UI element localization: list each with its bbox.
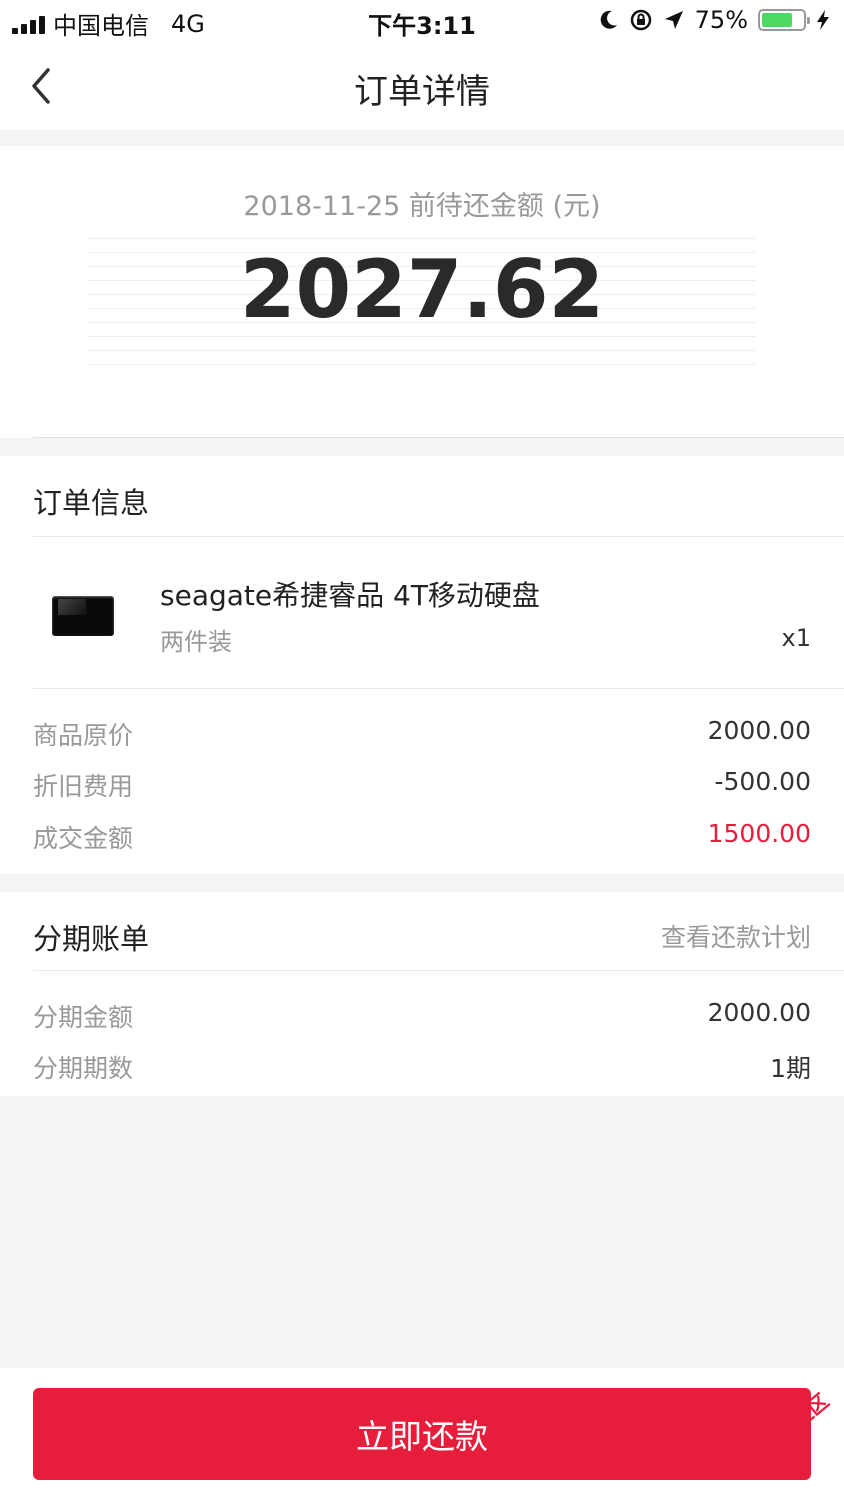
row-value: 2000.00 xyxy=(707,716,811,745)
divider xyxy=(33,688,844,689)
product-name[interactable]: seagate希捷睿品 4T移动硬盘 xyxy=(160,574,540,614)
divider xyxy=(33,970,844,971)
battery-icon xyxy=(758,9,810,31)
status-bar: 中国电信 4G 下午3:11 75% xyxy=(0,0,844,44)
bottom-action-bar: 立即还款 xyxy=(0,1368,844,1500)
product-spec: 两件装 xyxy=(160,628,232,656)
battery-percent: 75% xyxy=(694,6,748,34)
installment-title: 分期账单 xyxy=(33,922,150,956)
pay-now-button[interactable]: 立即还款 xyxy=(33,1388,811,1480)
moon-icon xyxy=(600,10,617,29)
installment-row-amount: 分期金额 2000.00 xyxy=(33,998,811,1034)
amount-due: 2027.62 xyxy=(239,243,605,336)
product-quantity: x1 xyxy=(781,624,811,652)
row-label: 分期金额 xyxy=(33,1003,134,1032)
installment-card: 分期账单 查看还款计划 分期金额 2000.00 分期期数 1期 xyxy=(0,892,844,1096)
divider xyxy=(33,536,844,537)
charging-bolt-icon xyxy=(817,10,829,30)
installment-row-periods: 分期期数 1期 xyxy=(33,1049,811,1085)
order-info-card: 订单信息 seagate希捷睿品 4T移动硬盘 两件装 x1 商品原价 2000… xyxy=(0,456,844,874)
row-value: -500.00 xyxy=(714,767,812,796)
price-row-original: 商品原价 2000.00 xyxy=(33,716,811,752)
repayment-summary-card: 2018-11-25 前待还金额 (元) 2027.62 xyxy=(0,146,844,438)
divider xyxy=(33,437,844,438)
price-row-final: 成交金额 1500.00 xyxy=(33,819,811,855)
order-info-title: 订单信息 xyxy=(33,486,150,520)
row-value: 1期 xyxy=(770,1054,811,1083)
row-value: 2000.00 xyxy=(707,998,811,1027)
page-title: 订单详情 xyxy=(354,72,490,112)
status-right: 75% xyxy=(599,6,830,34)
rotation-lock-icon xyxy=(630,9,651,31)
row-label: 分期期数 xyxy=(33,1054,134,1083)
battery-fill xyxy=(762,13,792,27)
price-row-depreciation: 折旧费用 -500.00 xyxy=(33,767,811,803)
view-repayment-plan-link[interactable]: 查看还款计划 xyxy=(661,918,811,954)
final-price-value: 1500.00 xyxy=(707,819,811,848)
row-label: 商品原价 xyxy=(33,721,134,750)
row-label: 成交金额 xyxy=(33,824,134,853)
nav-bar: 订单详情 xyxy=(0,44,844,130)
location-arrow-icon xyxy=(664,11,683,29)
row-label: 折旧费用 xyxy=(33,772,134,801)
due-date-label: 2018-11-25 前待还金额 (元) xyxy=(243,191,601,222)
product-image[interactable] xyxy=(52,596,114,636)
